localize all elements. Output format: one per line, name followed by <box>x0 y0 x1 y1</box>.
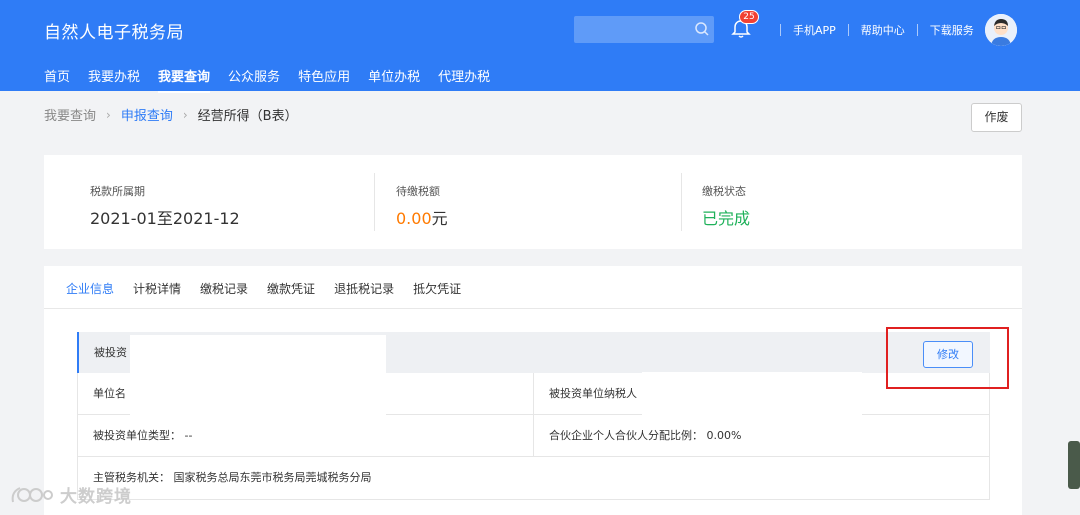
help-center-link[interactable]: 帮助中心 <box>861 22 905 38</box>
due-amount-value: 0.00 <box>396 209 432 228</box>
top-header: 自然人电子税务局 25 手机APP 帮助中心 下载服务 首页 我要办税 我要查询 <box>0 0 1080 93</box>
highlight-annotation <box>886 327 1009 389</box>
download-service-link[interactable]: 下载服务 <box>930 22 974 38</box>
section-title: 被投资 <box>94 346 127 359</box>
tab-payment-records[interactable]: 缴税记录 <box>200 280 248 307</box>
watermark: 大数跨境 <box>10 482 132 507</box>
side-widget[interactable] <box>1068 441 1080 489</box>
due-unit: 元 <box>431 209 448 228</box>
table-row: 被投资单位类型： -- 合伙企业个人合伙人分配比例： 0.00% <box>78 415 989 457</box>
due-label: 待缴税额 <box>396 185 440 198</box>
chevron-right-icon: › <box>106 107 111 122</box>
nav-query[interactable]: 我要查询 <box>158 66 211 93</box>
nav-agent-tax[interactable]: 代理办税 <box>438 66 490 93</box>
divider <box>681 173 682 231</box>
tab-offset-voucher[interactable]: 抵欠凭证 <box>413 280 461 307</box>
nav-home[interactable]: 首页 <box>44 66 70 93</box>
user-avatar-icon <box>985 14 1017 46</box>
nav-special-apps[interactable]: 特色应用 <box>298 66 350 93</box>
status-value: 已完成 <box>702 209 751 228</box>
void-button[interactable]: 作废 <box>971 103 1022 132</box>
unit-type-cell: 被投资单位类型： -- <box>93 429 193 442</box>
watermark-text: 大数跨境 <box>60 487 132 507</box>
notification-badge: 25 <box>739 10 759 24</box>
breadcrumb-declaration-query[interactable]: 申报查询 <box>121 105 173 124</box>
mobile-app-link[interactable]: 手机APP <box>793 22 836 38</box>
watermark-logo-icon <box>11 486 53 502</box>
redaction-block <box>130 335 386 420</box>
due-amount: 0.00元 <box>396 205 448 229</box>
avatar[interactable] <box>985 14 1017 46</box>
site-title[interactable]: 自然人电子税务局 <box>44 18 184 43</box>
search-input[interactable] <box>574 16 714 43</box>
chevron-right-icon: › <box>182 107 188 122</box>
top-links: 手机APP 帮助中心 下载服务 <box>768 22 974 38</box>
tab-enterprise-info[interactable]: 企业信息 <box>66 280 114 307</box>
period-value: 2021-01至2021-12 <box>90 209 240 228</box>
main-nav: 首页 我要办税 我要查询 公众服务 特色应用 单位办税 代理办税 <box>44 66 508 93</box>
redaction-block <box>642 372 862 416</box>
divider <box>847 24 849 36</box>
tab-tax-calc-details[interactable]: 计税详情 <box>133 280 181 307</box>
detail-tabs: 企业信息 计税详情 缴税记录 缴款凭证 退抵税记录 抵欠凭证 <box>66 280 480 307</box>
nav-tax-handling[interactable]: 我要办税 <box>88 66 140 93</box>
tab-refund-records[interactable]: 退抵税记录 <box>334 280 394 307</box>
summary-card: 税款所属期 2021-01至2021-12 待缴税额 0.00元 缴税状态 已完… <box>44 155 1022 249</box>
search-icon[interactable] <box>694 21 710 37</box>
distribution-ratio-cell: 合伙企业个人合伙人分配比例： 0.00% <box>533 415 989 456</box>
nav-public-service[interactable]: 公众服务 <box>228 66 280 93</box>
status-label: 缴税状态 <box>702 185 746 198</box>
breadcrumb-root[interactable]: 我要查询 <box>44 105 96 124</box>
table-row: 主管税务机关： 国家税务总局东莞市税务局莞城税务分局 <box>78 457 989 499</box>
divider <box>374 173 375 231</box>
divider <box>916 24 918 36</box>
tabs-divider <box>44 308 1022 309</box>
period-label: 税款所属期 <box>90 185 145 198</box>
tab-payment-voucher[interactable]: 缴款凭证 <box>267 280 315 307</box>
tax-authority-cell: 主管税务机关： 国家税务总局东莞市税务局莞城税务分局 <box>93 471 372 484</box>
nav-unit-tax[interactable]: 单位办税 <box>368 66 420 93</box>
breadcrumb-current: 经营所得（B表） <box>197 109 298 124</box>
breadcrumb: 我要查询 › 申报查询 › 经营所得（B表） <box>44 105 298 125</box>
divider <box>780 24 781 36</box>
